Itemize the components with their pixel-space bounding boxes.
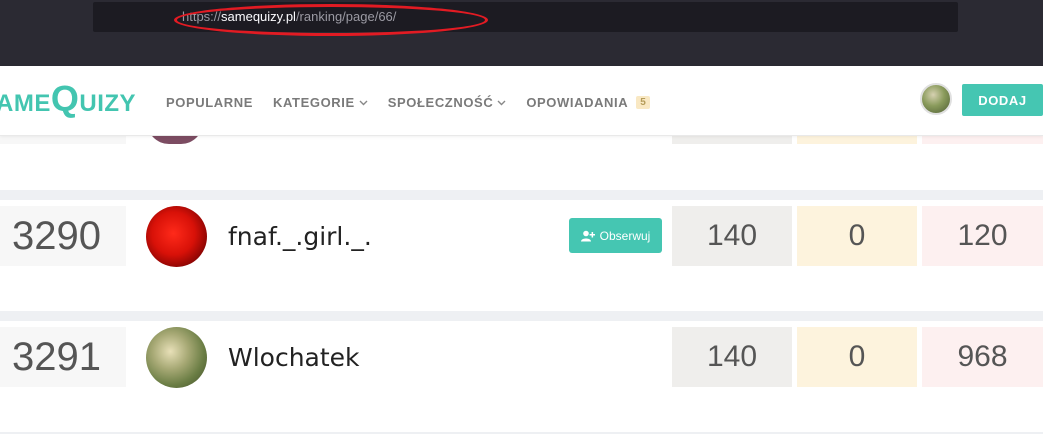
annotation-circle (174, 4, 488, 36)
logo-part: AME (0, 90, 51, 117)
rank-number: 3290 (0, 206, 126, 266)
nav-label: OPOWIADANIA (526, 95, 629, 110)
ranking-row: 3290 fnaf._.girl._. Obserwuj 140 0 120 (0, 206, 1043, 311)
nav-label: POPULARNE (166, 95, 254, 110)
row-separator (0, 190, 1043, 200)
follow-label: Obserwuj (599, 228, 651, 243)
logo-part: Q (50, 78, 80, 119)
nav-popularne[interactable]: POPULARNE (166, 95, 253, 110)
ranking-list: 3290 fnaf._.girl._. Obserwuj 140 0 120 3… (0, 122, 1043, 434)
row-separator (0, 311, 1043, 321)
add-user-icon (580, 230, 595, 241)
user-avatar[interactable] (146, 206, 207, 267)
stat-second: 0 (797, 327, 917, 387)
stat-quizzes: 140 (672, 206, 792, 266)
ranking-row: 3291 Wlochatek 140 0 968 (0, 327, 1043, 432)
nav-opowiadania[interactable]: OPOWIADANIA 5 (526, 95, 651, 110)
follow-button[interactable]: Obserwuj (569, 218, 662, 253)
stat-quizzes: 140 (672, 327, 792, 387)
user-avatar-header[interactable] (920, 83, 952, 115)
count-badge: 5 (636, 96, 651, 109)
nav-spolecznosc[interactable]: SPOŁECZNOŚĆ (388, 95, 507, 110)
nav-kategorie[interactable]: KATEGORIE (273, 95, 368, 110)
stat-third: 120 (922, 206, 1043, 266)
stat-third: 968 (922, 327, 1043, 387)
site-logo[interactable]: AMEQUIZY (0, 78, 136, 120)
main-nav: POPULARNE KATEGORIE SPOŁECZNOŚĆ OPOWIADA… (166, 95, 651, 110)
stat-second: 0 (797, 206, 917, 266)
site-header: AMEQUIZY POPULARNE KATEGORIE SPOŁECZNOŚĆ… (0, 66, 1043, 136)
user-name[interactable]: fnaf._.girl._. (228, 222, 372, 251)
user-avatar[interactable] (146, 327, 207, 388)
chevron-down-icon (359, 100, 368, 105)
logo-part: UIZY (79, 90, 137, 117)
browser-toolbar: https://samequizy.pl/ranking/page/66/ (0, 0, 1043, 66)
rank-number: 3291 (0, 327, 126, 387)
nav-label: KATEGORIE (273, 95, 355, 110)
nav-label: SPOŁECZNOŚĆ (387, 95, 494, 110)
chevron-down-icon (497, 100, 506, 105)
user-name[interactable]: Wlochatek (228, 343, 360, 372)
add-button[interactable]: DODAJ (962, 84, 1043, 116)
